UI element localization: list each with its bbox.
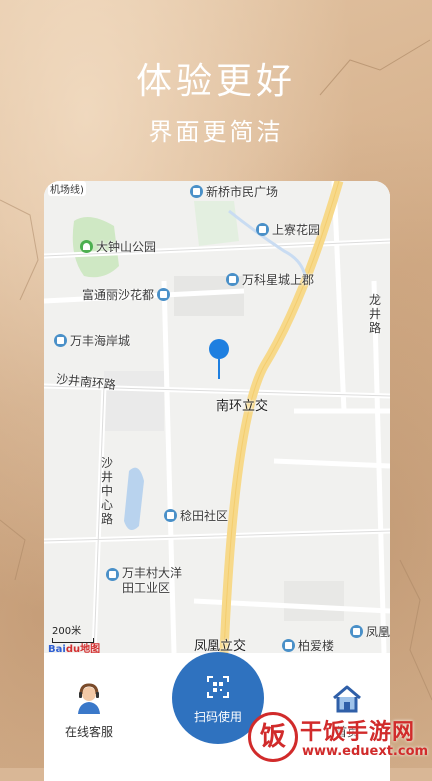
poi-label: 上寮花园 [272,223,321,237]
scan-label: 扫码使用 [193,710,242,724]
building-icon [190,185,203,198]
tab-label: 在线客服 [64,725,113,739]
hero-subtitle: 界面更简洁 [148,118,284,146]
phone-screen: 机场线) 新桥市民广场 上寮花园 大钟山公园 万科星城上郡 富通丽沙花都 龙井路… [44,181,390,781]
poi-label: 凤凰 [366,625,390,639]
interchange-fenghuang: 凤凰立交 [194,639,247,653]
poi-label: 万丰村大洋 田工业区 [122,566,183,595]
poi-label: 新桥市民广场 [206,185,279,199]
poi-label: 大钟山公园 [96,240,157,254]
tab-online-service[interactable]: 在线客服 [44,683,134,740]
poi-wanfeng-haian[interactable]: 万丰海岸城 [54,332,130,349]
hero-title: 体验更好 [135,61,296,102]
pin-stem [218,359,220,379]
building-icon [282,639,295,652]
poi-fenghuang-edge[interactable]: 凤凰 [350,623,390,640]
building-icon [157,288,171,301]
map-view[interactable]: 机场线) 新桥市民广场 上寮花园 大钟山公园 万科星城上郡 富通丽沙花都 龙井路… [44,181,390,653]
poi-shangliao[interactable]: 上寮花园 [256,221,320,238]
watermark-logo: 饭 [248,712,298,762]
pin-head [209,339,229,359]
poi-label: 万科星城上郡 [242,273,315,287]
road-label-shajing-zhongxin: 沙井中心路 [100,456,113,526]
location-pin-icon[interactable] [209,339,229,383]
poi-wanfeng-dayang[interactable]: 万丰村大洋 田工业区 [106,566,182,596]
poi-label: 富通丽沙花都 [82,288,155,302]
building-icon [256,223,269,236]
customer-service-icon [73,683,105,715]
qr-code-icon [207,676,229,698]
map-attribution: Baidu地图 [48,640,100,653]
road-label-longjing: 龙井路 [368,293,381,335]
park-icon [80,240,93,253]
poi-wanke[interactable]: 万科星城上郡 [226,271,314,288]
poi-xinqiao[interactable]: 新桥市民广场 [190,183,278,200]
watermark: 饭 干饭手游网 www.eduext.com [248,712,432,768]
watermark-url: www.eduext.com [302,744,429,759]
building-icon [164,509,177,522]
home-icon [331,683,363,715]
poi-baiailou[interactable]: 柏爱楼 [282,637,334,653]
poi-label: 稔田社区 [180,509,229,523]
building-icon [106,568,119,581]
building-icon [54,334,67,347]
poi-futong[interactable]: 富通丽沙花都 [82,286,171,303]
watermark-name: 干饭手游网 [300,720,416,745]
poi-kuntian[interactable]: 稔田社区 [164,507,228,524]
attribution-part1: Bai [48,644,66,653]
building-icon [350,625,363,638]
poi-label: 柏爱楼 [298,639,335,653]
interchange-nanhuan: 南环立交 [216,399,269,414]
poi-label: 万丰海岸城 [70,334,131,348]
metro-line-label: 机场线) [48,181,86,196]
building-icon [226,273,239,286]
scale-label: 200米 [52,626,82,637]
attribution-part2: du地图 [65,644,101,653]
poi-dazhongshan[interactable]: 大钟山公园 [80,238,156,255]
